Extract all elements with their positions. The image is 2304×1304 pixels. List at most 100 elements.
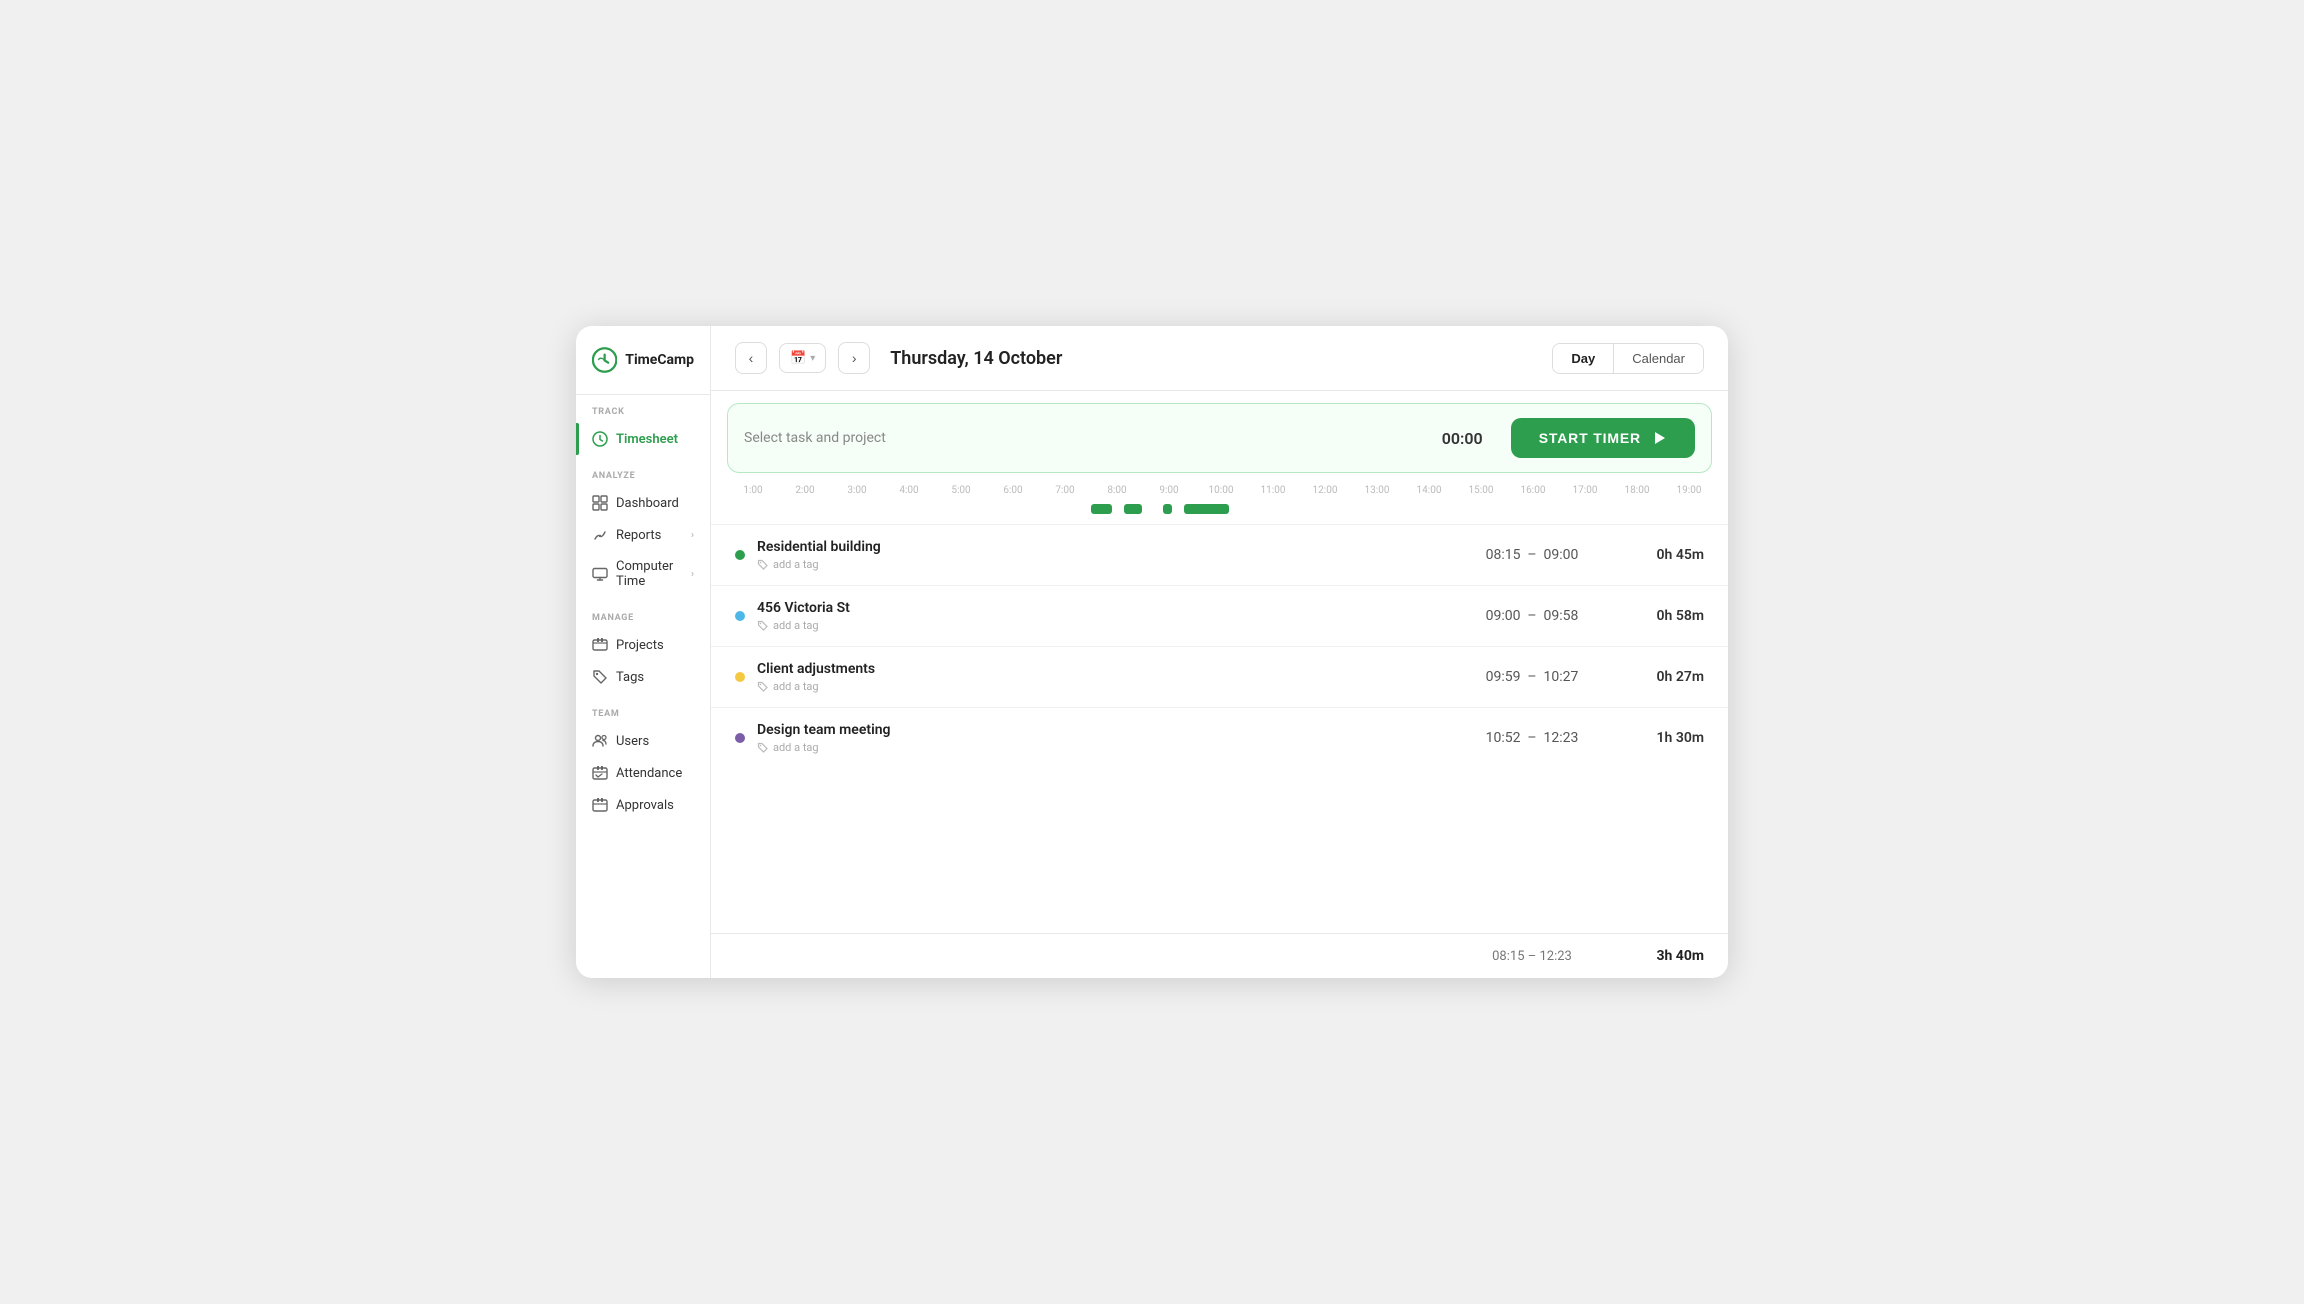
track-label: TRACK <box>576 407 710 423</box>
hour-label: 19:00 <box>1663 485 1712 496</box>
entry-tag-label: add a tag <box>773 741 819 754</box>
entry-dot <box>735 733 745 743</box>
calendar-picker-button[interactable]: 📅 ▾ <box>779 343 826 373</box>
attendance-icon <box>592 765 608 781</box>
reports-icon <box>592 527 608 543</box>
entry-dot <box>735 611 745 621</box>
hour-label: 16:00 <box>1507 485 1559 496</box>
sidebar-item-dashboard[interactable]: Dashboard <box>576 487 710 519</box>
team-label: TEAM <box>576 709 710 725</box>
prev-day-button[interactable]: ‹ <box>735 342 767 374</box>
attendance-label: Attendance <box>616 766 682 781</box>
start-timer-button[interactable]: START TIMER <box>1511 418 1695 458</box>
entries-list: Residential building add a tag 08:15 – 0… <box>711 524 1728 933</box>
hour-label: 2:00 <box>779 485 831 496</box>
logo-text: TimeCamp <box>625 352 694 368</box>
entry-name: Residential building <box>757 539 1440 555</box>
tags-icon <box>592 669 608 685</box>
computer-time-icon <box>592 566 608 582</box>
hour-label: 13:00 <box>1351 485 1403 496</box>
analyze-section: ANALYZE Dashboard <box>576 459 710 601</box>
hour-label: 4:00 <box>883 485 935 496</box>
hour-label: 6:00 <box>987 485 1039 496</box>
tag-icon <box>757 681 769 693</box>
track-section: TRACK Timesheet <box>576 395 710 459</box>
entry-info: Design team meeting add a tag <box>757 722 1440 754</box>
logo: TimeCamp <box>576 326 710 395</box>
sidebar: TimeCamp TRACK Timesheet ANALYZE <box>576 326 711 978</box>
footer-time-range: 08:15 – 12:23 <box>1452 949 1612 964</box>
sidebar-item-timesheet[interactable]: Timesheet <box>576 423 710 455</box>
hour-label: 11:00 <box>1247 485 1299 496</box>
entry-tag-label: add a tag <box>773 558 819 571</box>
entry-row[interactable]: Design team meeting add a tag 10:52 – 12… <box>711 707 1728 768</box>
users-label: Users <box>616 734 649 749</box>
entry-tag-label: add a tag <box>773 680 819 693</box>
timer-task-label[interactable]: Select task and project <box>744 430 1426 446</box>
sidebar-item-projects[interactable]: Projects <box>576 629 710 661</box>
entry-tag-label: add a tag <box>773 619 819 632</box>
entry-dot <box>735 672 745 682</box>
start-timer-label: START TIMER <box>1539 430 1641 446</box>
dashboard-icon <box>592 495 608 511</box>
timeline-segment <box>1091 504 1113 514</box>
view-toggle: Day Calendar <box>1552 343 1704 374</box>
entry-duration: 0h 27m <box>1624 669 1704 685</box>
top-bar: ‹ 📅 ▾ › Thursday, 14 October Day Calenda… <box>711 326 1728 391</box>
entry-row[interactable]: Client adjustments add a tag 09:59 – 10:… <box>711 646 1728 707</box>
hour-label: 5:00 <box>935 485 987 496</box>
timeline-segment <box>1163 504 1172 514</box>
approvals-label: Approvals <box>616 798 674 813</box>
entry-time-range: 08:15 – 09:00 <box>1452 547 1612 563</box>
team-section: TEAM Users <box>576 697 710 825</box>
sidebar-item-users[interactable]: Users <box>576 725 710 757</box>
sidebar-item-computer-time[interactable]: Computer Time › <box>576 551 710 597</box>
manage-label: MANAGE <box>576 613 710 629</box>
hour-label: 15:00 <box>1455 485 1507 496</box>
projects-label: Projects <box>616 638 664 653</box>
hour-label: 3:00 <box>831 485 883 496</box>
entry-duration: 1h 30m <box>1624 730 1704 746</box>
sidebar-item-approvals[interactable]: Approvals <box>576 789 710 821</box>
sidebar-item-tags[interactable]: Tags <box>576 661 710 693</box>
calendar-icon: 📅 <box>790 350 806 366</box>
timeline-segment <box>1184 504 1228 514</box>
timeline-hours: 1:002:003:004:005:006:007:008:009:0010:0… <box>727 485 1712 500</box>
hour-label: 17:00 <box>1559 485 1611 496</box>
tag-icon <box>757 559 769 571</box>
current-date: Thursday, 14 October <box>890 348 1540 369</box>
entry-duration: 0h 45m <box>1624 547 1704 563</box>
main-content: ‹ 📅 ▾ › Thursday, 14 October Day Calenda… <box>711 326 1728 978</box>
entry-tag[interactable]: add a tag <box>757 558 1440 571</box>
reports-chevron-icon: › <box>691 530 694 541</box>
computer-time-label: Computer Time <box>616 559 683 589</box>
entry-name: Client adjustments <box>757 661 1440 677</box>
entry-row[interactable]: Residential building add a tag 08:15 – 0… <box>711 524 1728 585</box>
entry-info: Residential building add a tag <box>757 539 1440 571</box>
entry-row[interactable]: 456 Victoria St add a tag 09:00 – 09:58 … <box>711 585 1728 646</box>
entry-tag[interactable]: add a tag <box>757 619 1440 632</box>
entry-name: 456 Victoria St <box>757 600 1440 616</box>
footer-total: 08:15 – 12:23 3h 40m <box>711 933 1728 978</box>
entry-time-range: 09:59 – 10:27 <box>1452 669 1612 685</box>
entry-info: Client adjustments add a tag <box>757 661 1440 693</box>
next-day-button[interactable]: › <box>838 342 870 374</box>
day-view-button[interactable]: Day <box>1553 344 1614 373</box>
timeline-container: 1:002:003:004:005:006:007:008:009:0010:0… <box>727 485 1712 516</box>
approvals-icon <box>592 797 608 813</box>
sidebar-item-reports[interactable]: Reports › <box>576 519 710 551</box>
entry-dot <box>735 550 745 560</box>
entry-name: Design team meeting <box>757 722 1440 738</box>
calendar-view-button[interactable]: Calendar <box>1614 344 1703 373</box>
tags-label: Tags <box>616 670 644 685</box>
footer-total-duration: 3h 40m <box>1624 948 1704 964</box>
entry-tag[interactable]: add a tag <box>757 741 1440 754</box>
timeline-segment <box>1124 504 1142 514</box>
hour-label: 1:00 <box>727 485 779 496</box>
sidebar-item-attendance[interactable]: Attendance <box>576 757 710 789</box>
entry-tag[interactable]: add a tag <box>757 680 1440 693</box>
hour-label: 8:00 <box>1091 485 1143 496</box>
hour-label: 10:00 <box>1195 485 1247 496</box>
hour-label: 14:00 <box>1403 485 1455 496</box>
timer-display: 00:00 <box>1442 429 1483 448</box>
